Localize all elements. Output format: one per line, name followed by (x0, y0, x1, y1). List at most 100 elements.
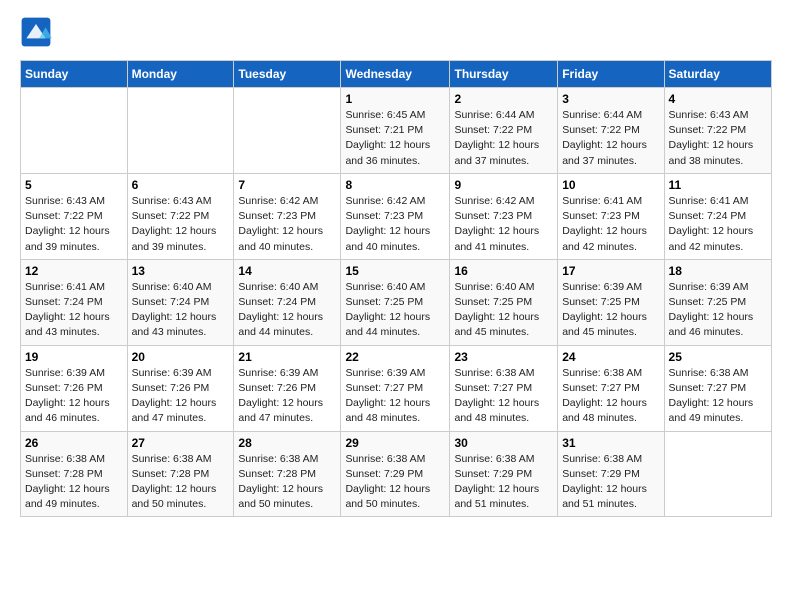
weekday-header: Wednesday (341, 61, 450, 88)
day-info: Sunrise: 6:44 AM Sunset: 7:22 PM Dayligh… (454, 108, 553, 169)
day-number: 31 (562, 436, 659, 450)
day-info: Sunrise: 6:43 AM Sunset: 7:22 PM Dayligh… (132, 194, 230, 255)
day-number: 17 (562, 264, 659, 278)
calendar-cell: 17 Sunrise: 6:39 AM Sunset: 7:25 PM Dayli… (558, 259, 664, 345)
calendar-cell: 24 Sunrise: 6:38 AM Sunset: 7:27 PM Dayli… (558, 345, 664, 431)
day-number: 25 (669, 350, 767, 364)
day-number: 26 (25, 436, 123, 450)
calendar-week-row: 26 Sunrise: 6:38 AM Sunset: 7:28 PM Dayli… (21, 431, 772, 517)
day-info: Sunrise: 6:42 AM Sunset: 7:23 PM Dayligh… (238, 194, 336, 255)
calendar-header: SundayMondayTuesdayWednesdayThursdayFrid… (21, 61, 772, 88)
day-info: Sunrise: 6:38 AM Sunset: 7:29 PM Dayligh… (345, 452, 445, 513)
day-number: 19 (25, 350, 123, 364)
day-info: Sunrise: 6:39 AM Sunset: 7:26 PM Dayligh… (25, 366, 123, 427)
calendar-cell: 20 Sunrise: 6:39 AM Sunset: 7:26 PM Dayli… (127, 345, 234, 431)
day-info: Sunrise: 6:39 AM Sunset: 7:25 PM Dayligh… (562, 280, 659, 341)
day-info: Sunrise: 6:38 AM Sunset: 7:29 PM Dayligh… (454, 452, 553, 513)
day-number: 20 (132, 350, 230, 364)
day-number: 29 (345, 436, 445, 450)
calendar-cell: 22Sunrise: 6:39 AM Sunset: 7:27 PM Dayli… (341, 345, 450, 431)
weekday-header: Thursday (450, 61, 558, 88)
day-number: 22 (345, 350, 445, 364)
day-info: Sunrise: 6:38 AM Sunset: 7:28 PM Dayligh… (25, 452, 123, 513)
day-info: Sunrise: 6:41 AM Sunset: 7:24 PM Dayligh… (25, 280, 123, 341)
day-number: 2 (454, 92, 553, 106)
calendar-cell: 16Sunrise: 6:40 AM Sunset: 7:25 PM Dayli… (450, 259, 558, 345)
weekday-header: Sunday (21, 61, 128, 88)
logo-icon (20, 16, 52, 48)
calendar-cell: 18Sunrise: 6:39 AM Sunset: 7:25 PM Dayli… (664, 259, 771, 345)
calendar-cell: 4 Sunrise: 6:43 AM Sunset: 7:22 PM Daylig… (664, 88, 771, 174)
calendar-cell: 1Sunrise: 6:45 AM Sunset: 7:21 PM Daylig… (341, 88, 450, 174)
day-number: 28 (238, 436, 336, 450)
calendar-cell: 28 Sunrise: 6:38 AM Sunset: 7:28 PM Dayli… (234, 431, 341, 517)
calendar-cell: 27Sunrise: 6:38 AM Sunset: 7:28 PM Dayli… (127, 431, 234, 517)
day-number: 8 (345, 178, 445, 192)
calendar-cell (664, 431, 771, 517)
calendar-cell: 26 Sunrise: 6:38 AM Sunset: 7:28 PM Dayli… (21, 431, 128, 517)
calendar-cell: 14 Sunrise: 6:40 AM Sunset: 7:24 PM Dayli… (234, 259, 341, 345)
calendar-cell: 2 Sunrise: 6:44 AM Sunset: 7:22 PM Daylig… (450, 88, 558, 174)
calendar-week-row: 12Sunrise: 6:41 AM Sunset: 7:24 PM Dayli… (21, 259, 772, 345)
calendar-week-row: 19 Sunrise: 6:39 AM Sunset: 7:26 PM Dayli… (21, 345, 772, 431)
day-number: 6 (132, 178, 230, 192)
day-number: 14 (238, 264, 336, 278)
calendar-cell (127, 88, 234, 174)
calendar-week-row: 1Sunrise: 6:45 AM Sunset: 7:21 PM Daylig… (21, 88, 772, 174)
day-number: 15 (345, 264, 445, 278)
day-info: Sunrise: 6:38 AM Sunset: 7:29 PM Dayligh… (562, 452, 659, 513)
day-number: 11 (669, 178, 767, 192)
calendar-cell (21, 88, 128, 174)
calendar-cell: 8 Sunrise: 6:42 AM Sunset: 7:23 PM Daylig… (341, 173, 450, 259)
calendar-cell: 10 Sunrise: 6:41 AM Sunset: 7:23 PM Dayli… (558, 173, 664, 259)
calendar-cell: 31 Sunrise: 6:38 AM Sunset: 7:29 PM Dayli… (558, 431, 664, 517)
day-info: Sunrise: 6:40 AM Sunset: 7:25 PM Dayligh… (345, 280, 445, 341)
calendar-table: SundayMondayTuesdayWednesdayThursdayFrid… (20, 60, 772, 517)
day-info: Sunrise: 6:38 AM Sunset: 7:27 PM Dayligh… (562, 366, 659, 427)
day-info: Sunrise: 6:40 AM Sunset: 7:24 PM Dayligh… (238, 280, 336, 341)
weekday-header: Monday (127, 61, 234, 88)
calendar-cell: 7 Sunrise: 6:42 AM Sunset: 7:23 PM Daylig… (234, 173, 341, 259)
day-info: Sunrise: 6:39 AM Sunset: 7:26 PM Dayligh… (238, 366, 336, 427)
day-info: Sunrise: 6:40 AM Sunset: 7:24 PM Dayligh… (132, 280, 230, 341)
day-info: Sunrise: 6:41 AM Sunset: 7:23 PM Dayligh… (562, 194, 659, 255)
calendar-cell (234, 88, 341, 174)
day-number: 1 (345, 92, 445, 106)
day-info: Sunrise: 6:39 AM Sunset: 7:26 PM Dayligh… (132, 366, 230, 427)
day-info: Sunrise: 6:42 AM Sunset: 7:23 PM Dayligh… (345, 194, 445, 255)
calendar-cell: 21 Sunrise: 6:39 AM Sunset: 7:26 PM Dayli… (234, 345, 341, 431)
calendar-cell: 13 Sunrise: 6:40 AM Sunset: 7:24 PM Dayli… (127, 259, 234, 345)
calendar-cell: 5 Sunrise: 6:43 AM Sunset: 7:22 PM Daylig… (21, 173, 128, 259)
day-number: 7 (238, 178, 336, 192)
day-number: 9 (454, 178, 553, 192)
day-info: Sunrise: 6:43 AM Sunset: 7:22 PM Dayligh… (25, 194, 123, 255)
day-number: 24 (562, 350, 659, 364)
page: SundayMondayTuesdayWednesdayThursdayFrid… (0, 0, 792, 533)
calendar-cell: 6 Sunrise: 6:43 AM Sunset: 7:22 PM Daylig… (127, 173, 234, 259)
day-number: 10 (562, 178, 659, 192)
day-number: 3 (562, 92, 659, 106)
day-info: Sunrise: 6:38 AM Sunset: 7:27 PM Dayligh… (454, 366, 553, 427)
day-number: 30 (454, 436, 553, 450)
header (20, 16, 772, 48)
day-number: 13 (132, 264, 230, 278)
day-number: 4 (669, 92, 767, 106)
day-info: Sunrise: 6:43 AM Sunset: 7:22 PM Dayligh… (669, 108, 767, 169)
calendar-body: 1Sunrise: 6:45 AM Sunset: 7:21 PM Daylig… (21, 88, 772, 517)
calendar-cell: 3 Sunrise: 6:44 AM Sunset: 7:22 PM Daylig… (558, 88, 664, 174)
logo (20, 16, 56, 48)
day-number: 21 (238, 350, 336, 364)
day-info: Sunrise: 6:42 AM Sunset: 7:23 PM Dayligh… (454, 194, 553, 255)
day-info: Sunrise: 6:40 AM Sunset: 7:25 PM Dayligh… (454, 280, 553, 341)
day-info: Sunrise: 6:44 AM Sunset: 7:22 PM Dayligh… (562, 108, 659, 169)
day-info: Sunrise: 6:39 AM Sunset: 7:25 PM Dayligh… (669, 280, 767, 341)
calendar-cell: 15 Sunrise: 6:40 AM Sunset: 7:25 PM Dayli… (341, 259, 450, 345)
day-info: Sunrise: 6:38 AM Sunset: 7:28 PM Dayligh… (238, 452, 336, 513)
day-number: 23 (454, 350, 553, 364)
day-number: 27 (132, 436, 230, 450)
day-number: 5 (25, 178, 123, 192)
calendar-cell: 25Sunrise: 6:38 AM Sunset: 7:27 PM Dayli… (664, 345, 771, 431)
calendar-cell: 19 Sunrise: 6:39 AM Sunset: 7:26 PM Dayli… (21, 345, 128, 431)
day-info: Sunrise: 6:41 AM Sunset: 7:24 PM Dayligh… (669, 194, 767, 255)
calendar-cell: 12Sunrise: 6:41 AM Sunset: 7:24 PM Dayli… (21, 259, 128, 345)
